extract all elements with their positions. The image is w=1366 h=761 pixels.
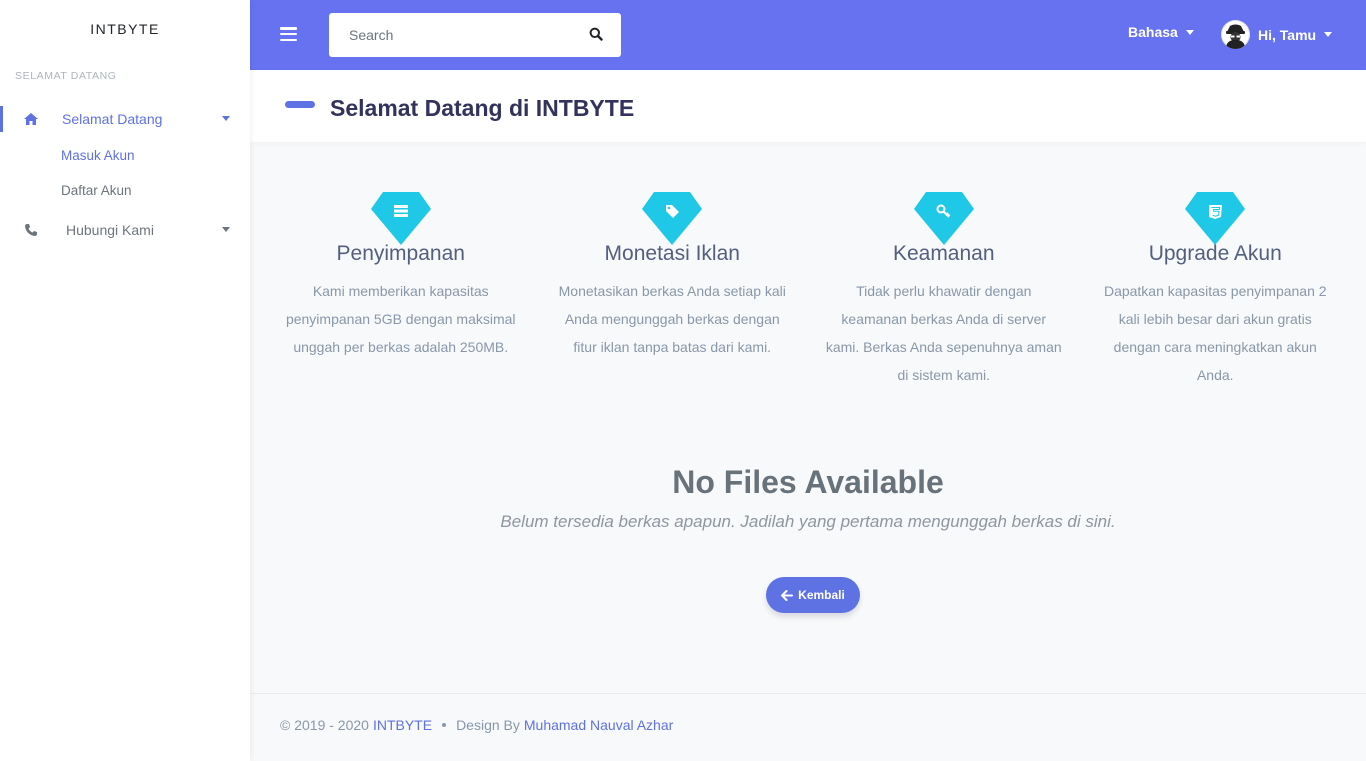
- search-box: [329, 13, 621, 57]
- home-icon: [22, 110, 40, 128]
- sidebar-item-label: Hubungi Kami: [66, 222, 154, 238]
- feature-card-upgrade: Upgrade Akun Dapatkan kapasitas penyimpa…: [1080, 192, 1352, 389]
- feature-title: Monetasi Iklan: [604, 242, 740, 265]
- menu-toggle-icon[interactable]: [280, 27, 297, 41]
- empty-state-subtitle: Belum tersedia berkas apapun. Jadilah ya…: [500, 512, 1116, 531]
- sidebar-heading: SELAMAT DATANG: [15, 70, 117, 82]
- tags-icon: [642, 192, 703, 245]
- topbar: Bahasa Hi, Tamu: [250, 0, 1366, 70]
- footer-design-by: Design By: [456, 717, 520, 733]
- css3-icon: [1185, 192, 1246, 245]
- sidebar: INTBYTE SELAMAT DATANG Selamat Datang Ma…: [0, 0, 250, 761]
- footer-brand-link[interactable]: INTBYTE: [373, 717, 432, 733]
- sidebar-item-hubungi-kami[interactable]: Hubungi Kami: [0, 211, 250, 249]
- features-row: Penyimpanan Kami memberikan kapasitas pe…: [265, 192, 1351, 389]
- footer-copyright: © 2019 - 2020: [280, 717, 369, 733]
- feature-card-storage: Penyimpanan Kami memberikan kapasitas pe…: [265, 192, 537, 389]
- arrow-left-icon: [781, 589, 794, 601]
- sidebar-item-label: Selamat Datang: [62, 111, 163, 127]
- server-icon: [370, 192, 431, 245]
- feature-title: Upgrade Akun: [1148, 242, 1282, 265]
- chevron-down-icon: [1324, 32, 1333, 37]
- feature-text: Kami memberikan kapasitas penyimpanan 5G…: [285, 283, 516, 355]
- phone-icon: [22, 221, 40, 239]
- chevron-down-icon: [222, 116, 230, 121]
- back-button[interactable]: Kembali: [766, 577, 860, 613]
- language-dropdown[interactable]: Bahasa: [1128, 24, 1194, 40]
- feature-title: Penyimpanan: [336, 242, 465, 265]
- page-header: Selamat Datang di INTBYTE: [250, 70, 1366, 142]
- feature-title: Keamanan: [892, 242, 995, 265]
- search-icon[interactable]: [589, 27, 605, 43]
- sidebar-item-selamat-datang[interactable]: Selamat Datang: [0, 100, 250, 138]
- feature-text: Tidak perlu khawatir dengan keamanan ber…: [825, 283, 1062, 383]
- footer-separator: [442, 723, 447, 727]
- title-accent-bar: [285, 101, 315, 108]
- feature-text: Dapatkan kapasitas penyimpanan 2 kali le…: [1103, 283, 1327, 383]
- page-title: Selamat Datang di INTBYTE: [330, 95, 635, 121]
- sidebar-subitem-masuk-akun[interactable]: Masuk Akun: [0, 138, 250, 173]
- user-menu[interactable]: Hi, Tamu: [1221, 20, 1333, 49]
- chevron-down-icon: [222, 227, 230, 232]
- feature-text: Monetasikan berkas Anda setiap kali Anda…: [558, 283, 786, 355]
- back-button-label: Kembali: [798, 588, 845, 602]
- user-greeting: Hi, Tamu: [1258, 26, 1317, 43]
- search-input[interactable]: [329, 13, 569, 57]
- empty-state-title: No Files Available: [672, 464, 944, 500]
- avatar: [1221, 20, 1250, 49]
- footer: © 2019 - 2020 INTBYTE Design By Muhamad …: [250, 693, 1366, 761]
- feature-card-ads: Monetasi Iklan Monetasikan berkas Anda s…: [537, 192, 809, 389]
- feature-card-security: Keamanan Tidak perlu khawatir dengan kea…: [808, 192, 1080, 389]
- sidebar-subitem-daftar-akun[interactable]: Daftar Akun: [0, 173, 250, 208]
- brand-logo[interactable]: INTBYTE: [0, 0, 250, 58]
- chevron-down-icon: [1185, 29, 1194, 35]
- language-label: Bahasa: [1128, 24, 1178, 40]
- key-icon: [913, 192, 974, 245]
- footer-author-link[interactable]: Muhamad Nauval Azhar: [524, 717, 673, 733]
